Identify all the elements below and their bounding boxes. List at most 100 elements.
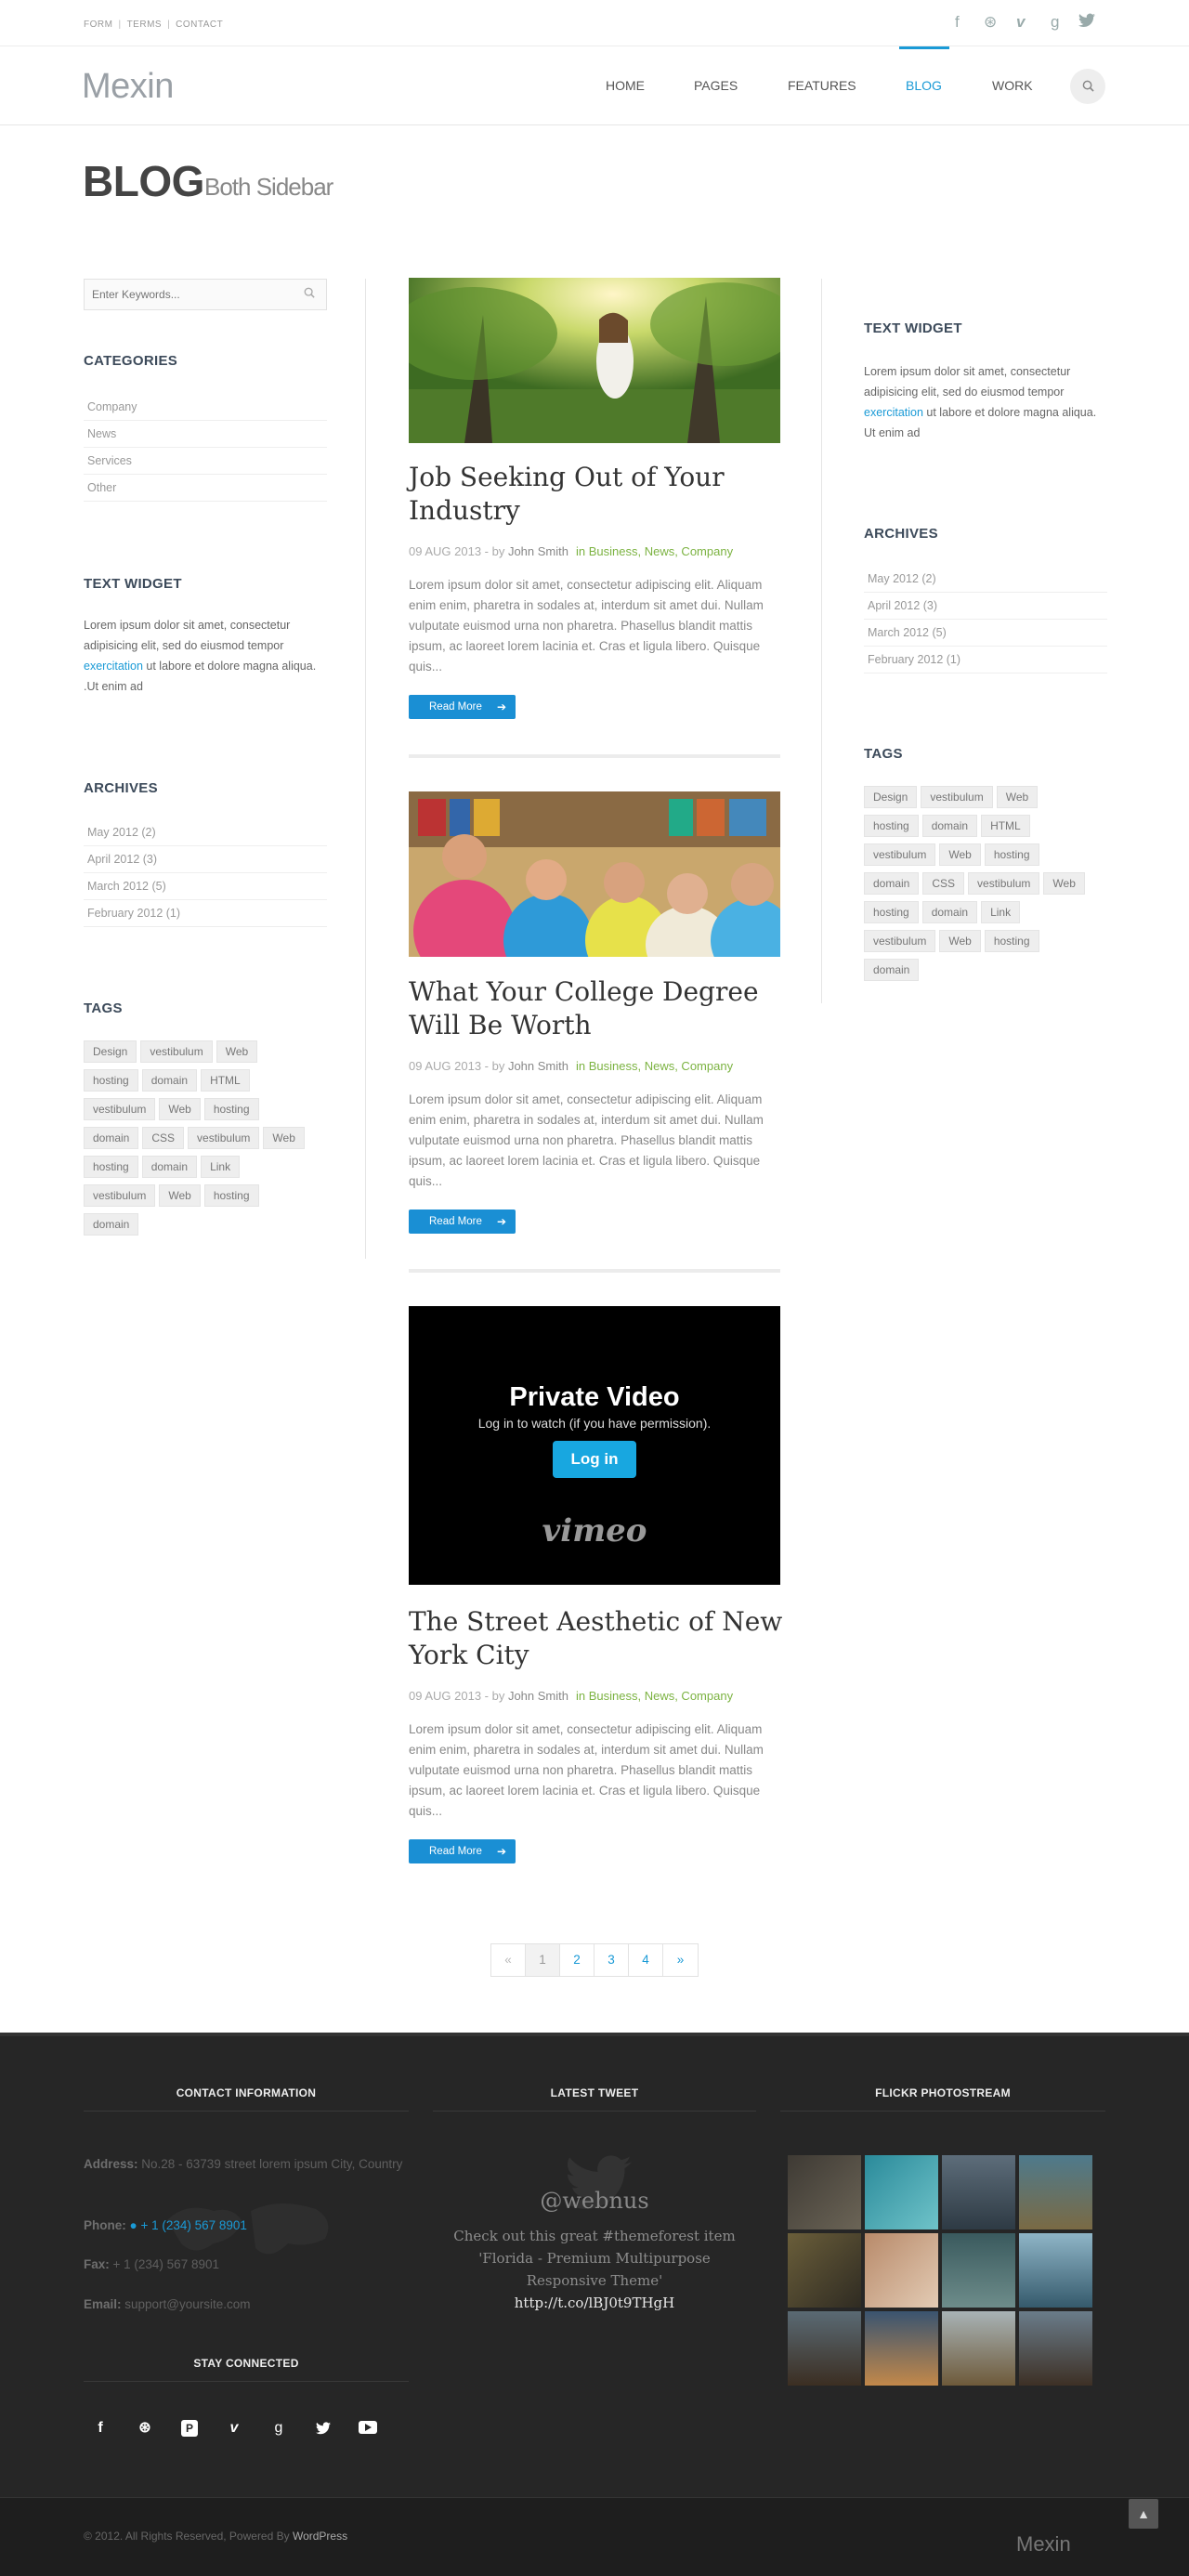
flickr-thumb[interactable] xyxy=(865,2311,938,2386)
tag[interactable]: HTML xyxy=(201,1069,250,1092)
pagination-page[interactable]: 4 xyxy=(629,1944,663,1976)
flickr-thumb[interactable] xyxy=(1019,2155,1092,2229)
vimeo-video-player[interactable]: Private Video Log in to watch (if you ha… xyxy=(409,1306,780,1585)
pagination-next[interactable]: » xyxy=(663,1944,698,1976)
tag[interactable]: Web xyxy=(996,786,1039,808)
scroll-to-top-button[interactable]: ▲ xyxy=(1129,2499,1158,2529)
post-author[interactable]: John Smith xyxy=(508,1059,568,1073)
tag[interactable]: Web xyxy=(1043,872,1085,895)
dribbble-icon[interactable]: ⊛ xyxy=(128,2412,162,2445)
video-login-button[interactable]: Log in xyxy=(553,1441,636,1478)
flickr-thumb[interactable] xyxy=(1019,2311,1092,2386)
tag[interactable]: CSS xyxy=(142,1127,185,1149)
archive-item[interactable]: March 2012 (5) xyxy=(84,873,327,900)
text-widget-link[interactable]: exercitation xyxy=(864,406,923,419)
nav-blog[interactable]: BLOG xyxy=(906,78,942,93)
vimeo-icon[interactable]: v xyxy=(217,2412,251,2445)
tag[interactable]: domain xyxy=(921,815,978,837)
search-icon[interactable] xyxy=(304,287,315,301)
twitter-icon[interactable] xyxy=(1078,13,1095,33)
tag[interactable]: domain xyxy=(864,872,920,895)
flickr-thumb[interactable] xyxy=(865,2155,938,2229)
tag[interactable]: Web xyxy=(263,1127,305,1149)
youtube-icon[interactable] xyxy=(351,2412,385,2445)
tag[interactable]: hosting xyxy=(84,1156,138,1178)
archive-item[interactable]: February 2012 (1) xyxy=(84,900,327,927)
post-title[interactable]: The Street Aesthetic of New York City xyxy=(409,1605,790,1672)
twitter-icon[interactable] xyxy=(307,2412,340,2445)
dribbble-icon[interactable]: ⊛ xyxy=(984,13,997,32)
tag[interactable]: CSS xyxy=(922,872,965,895)
tag[interactable]: domain xyxy=(141,1069,198,1092)
nav-pages[interactable]: PAGES xyxy=(694,78,738,93)
tag[interactable]: Web xyxy=(939,843,981,866)
flickr-thumb[interactable] xyxy=(788,2233,861,2308)
post-image-forest[interactable] xyxy=(409,278,780,443)
phone-value[interactable]: + 1 (234) 567 8901 xyxy=(140,2218,246,2232)
tag[interactable]: vestibulum xyxy=(188,1127,260,1149)
tag[interactable]: vestibulum xyxy=(864,930,936,952)
read-more-button[interactable]: Read More ➔ xyxy=(409,695,516,719)
post-author[interactable]: John Smith xyxy=(508,544,568,558)
tag[interactable]: vestibulum xyxy=(140,1040,213,1063)
archive-item[interactable]: May 2012 (2) xyxy=(84,819,327,846)
facebook-icon[interactable]: f xyxy=(955,13,960,32)
tag[interactable]: hosting xyxy=(203,1184,259,1207)
post-categories[interactable]: in Business, News, Company xyxy=(576,1689,733,1703)
tag[interactable]: Design xyxy=(84,1040,137,1063)
nav-home[interactable]: HOME xyxy=(606,78,645,93)
post-categories[interactable]: in Business, News, Company xyxy=(576,544,733,558)
post-title[interactable]: Job Seeking Out of Your Industry xyxy=(409,461,790,528)
search-input[interactable] xyxy=(85,280,289,309)
pagination-page[interactable]: 1 xyxy=(526,1944,560,1976)
post-image-students[interactable] xyxy=(409,791,780,957)
tag[interactable]: hosting xyxy=(84,1069,138,1092)
flickr-thumb[interactable] xyxy=(942,2233,1015,2308)
flickr-thumb[interactable] xyxy=(942,2155,1015,2229)
flickr-thumb[interactable] xyxy=(942,2311,1015,2386)
archive-item[interactable]: February 2012 (1) xyxy=(864,647,1107,673)
google-plus-icon[interactable]: g xyxy=(1051,13,1059,32)
post-author[interactable]: John Smith xyxy=(508,1689,568,1703)
flickr-thumb[interactable] xyxy=(865,2233,938,2308)
flickr-thumb[interactable] xyxy=(1019,2233,1092,2308)
tag[interactable]: Design xyxy=(864,786,918,808)
nav-features[interactable]: FEATURES xyxy=(788,78,856,93)
google-plus-icon[interactable]: g xyxy=(262,2412,295,2445)
tweet-link[interactable]: http://t.co/lBJ0t9THgH xyxy=(515,2295,674,2311)
archive-item[interactable]: April 2012 (3) xyxy=(864,593,1107,620)
facebook-icon[interactable]: f xyxy=(84,2412,117,2445)
archive-item[interactable]: March 2012 (5) xyxy=(864,620,1107,647)
tag[interactable]: Web xyxy=(216,1040,258,1063)
tag[interactable]: Web xyxy=(159,1098,201,1120)
category-item[interactable]: Other xyxy=(84,475,327,502)
tag[interactable]: Web xyxy=(159,1184,201,1207)
category-item[interactable]: Company xyxy=(84,394,327,421)
tag[interactable]: vestibulum xyxy=(968,872,1040,895)
tag[interactable]: vestibulum xyxy=(84,1184,156,1207)
tag[interactable]: hosting xyxy=(864,815,919,837)
category-item[interactable]: Services xyxy=(84,448,327,475)
tag[interactable]: domain xyxy=(84,1127,139,1149)
text-widget-link[interactable]: exercitation xyxy=(84,660,143,673)
tag[interactable]: domain xyxy=(84,1213,139,1236)
logo[interactable]: Mexin xyxy=(82,67,174,107)
top-link-terms[interactable]: TERMS xyxy=(127,20,163,30)
pagination-page[interactable]: 2 xyxy=(560,1944,594,1976)
top-link-contact[interactable]: CONTACT xyxy=(176,20,223,30)
email-value[interactable]: support@yoursite.com xyxy=(122,2297,250,2311)
tag[interactable]: vestibulum xyxy=(864,843,936,866)
vimeo-icon[interactable]: v xyxy=(1016,13,1025,32)
tag[interactable]: vestibulum xyxy=(84,1098,156,1120)
post-categories[interactable]: in Business, News, Company xyxy=(576,1059,733,1073)
tag[interactable]: Link xyxy=(201,1156,241,1178)
tag[interactable]: domain xyxy=(864,959,920,981)
tag[interactable]: hosting xyxy=(984,843,1039,866)
archive-item[interactable]: May 2012 (2) xyxy=(864,566,1107,593)
footer-logo[interactable]: Mexin xyxy=(1016,2532,1071,2556)
tag[interactable]: Link xyxy=(981,901,1021,923)
tag[interactable]: hosting xyxy=(864,901,919,923)
flickr-thumb[interactable] xyxy=(788,2155,861,2229)
search-icon[interactable] xyxy=(1070,69,1105,104)
read-more-button[interactable]: Read More ➔ xyxy=(409,1839,516,1863)
